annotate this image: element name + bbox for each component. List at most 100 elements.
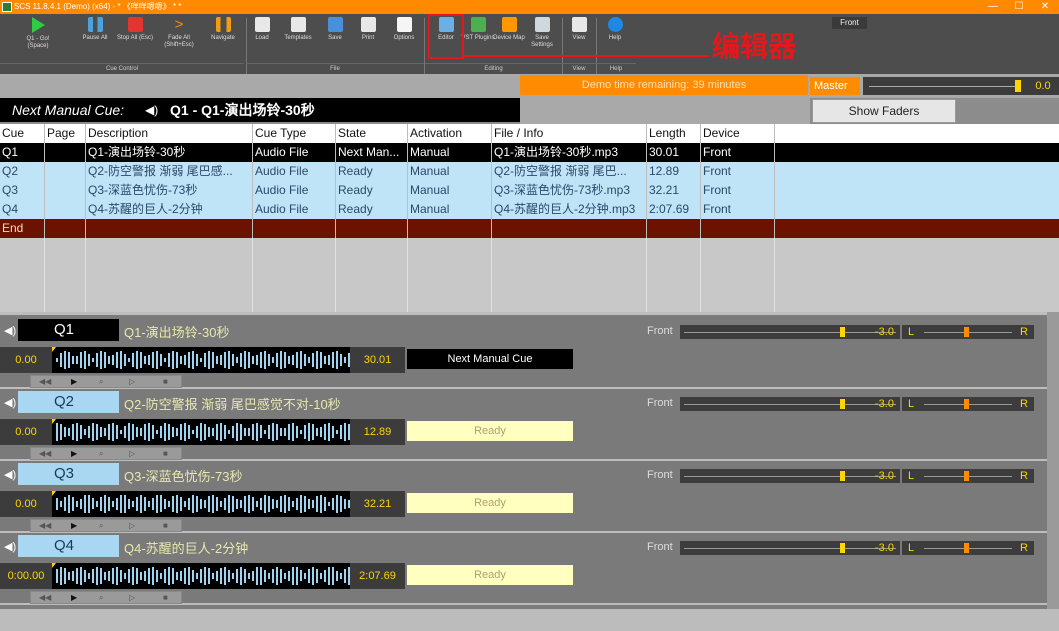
waveform-bar [148, 355, 150, 365]
options-button[interactable]: Options [386, 16, 422, 42]
rewind-icon[interactable]: ◀◀ [39, 376, 51, 387]
save-settings-button[interactable]: Save Settings [524, 16, 560, 49]
waveform-bar [308, 423, 310, 441]
level-fader[interactable]: -3.0 [680, 325, 900, 339]
pan-knob[interactable] [964, 327, 969, 337]
search-icon[interactable]: ⌕ [99, 448, 103, 459]
column-header[interactable]: Activation [408, 124, 492, 143]
pan-control[interactable]: LR [902, 469, 1034, 483]
master-fader-knob[interactable] [1015, 80, 1021, 92]
speaker-icon[interactable]: ◀) [4, 468, 16, 481]
play-icon[interactable]: ▶ [71, 520, 77, 531]
play-icon[interactable]: ▶ [71, 592, 77, 603]
waveform-bar [296, 351, 298, 369]
waveform-bar [72, 571, 74, 581]
level-fader[interactable]: -3.0 [680, 397, 900, 411]
cell-state: Ready [336, 181, 408, 200]
column-header[interactable]: Page [45, 124, 86, 143]
pan-control[interactable]: LR [902, 397, 1034, 411]
search-icon[interactable]: ⌕ [99, 376, 103, 387]
load-button[interactable]: Load [244, 16, 280, 42]
column-header[interactable]: Description [86, 124, 253, 143]
fader-knob[interactable] [840, 327, 845, 337]
stop-icon[interactable]: ■ [163, 592, 168, 603]
column-header[interactable]: Cue Type [253, 124, 336, 143]
waveform-bar [100, 427, 102, 437]
empty-row [0, 295, 1059, 312]
column-header[interactable]: State [336, 124, 408, 143]
close-button[interactable]: ✕ [1032, 0, 1058, 14]
cell-activation: Manual [408, 181, 492, 200]
table-row-end[interactable]: End [0, 219, 1059, 238]
fast-forward-icon[interactable]: ▷ [129, 448, 135, 459]
device-map-button[interactable]: Device Map [491, 16, 527, 42]
waveform[interactable] [52, 491, 350, 517]
save-button[interactable]: Save [317, 16, 353, 42]
minimize-button[interactable]: — [980, 0, 1006, 14]
fast-forward-icon[interactable]: ▷ [129, 592, 135, 603]
table-row[interactable]: Q1 Q1-演出场铃-30秒 Audio File Next Man... Ma… [0, 143, 1059, 162]
play-icon[interactable]: ▶ [71, 448, 77, 459]
stop-icon[interactable]: ■ [163, 448, 168, 459]
column-header[interactable]: Device [701, 124, 775, 143]
speaker-icon[interactable]: ◀) [4, 540, 16, 553]
column-header[interactable]: Cue [0, 124, 45, 143]
rewind-icon[interactable]: ◀◀ [39, 592, 51, 603]
table-row[interactable]: Q4 Q4-苏醒的巨人-2分钟 Audio File Ready Manual … [0, 200, 1059, 219]
fader-knob[interactable] [840, 543, 845, 553]
fader-knob[interactable] [840, 471, 845, 481]
column-header[interactable]: Length [647, 124, 701, 143]
master-fader[interactable] [863, 77, 1027, 95]
templates-button[interactable]: Templates [280, 16, 316, 42]
pan-knob[interactable] [964, 399, 969, 409]
cell-type: Audio File [253, 181, 336, 200]
cue-panel[interactable]: ◀) Q4 Q4-苏醒的巨人-2分钟 0:00.00 2:07.69 Ready… [0, 533, 1047, 605]
go-button[interactable]: Q1 - Go! (Space) [20, 16, 56, 50]
table-row[interactable]: Q3 Q3-深蓝色忧伤-73秒 Audio File Ready Manual … [0, 181, 1059, 200]
stop-icon[interactable]: ■ [163, 520, 168, 531]
stop-icon[interactable]: ■ [163, 376, 168, 387]
search-icon[interactable]: ⌕ [99, 592, 103, 603]
table-row[interactable]: Q2 Q2-防空警报 渐弱 尾巴感... Audio File Ready Ma… [0, 162, 1059, 181]
waveform-bar [148, 567, 150, 585]
speaker-icon[interactable]: ◀) [4, 324, 16, 337]
show-faders-button[interactable]: Show Faders [812, 99, 956, 123]
stop-all-button[interactable]: Stop All (Esc) [117, 16, 153, 42]
pan-knob[interactable] [964, 471, 969, 481]
column-header[interactable]: File / Info [492, 124, 647, 143]
cue-panel[interactable]: ◀) Q2 Q2-防空警报 渐弱 尾巴感觉不对-10秒 0.00 12.89 R… [0, 389, 1047, 461]
rewind-icon[interactable]: ◀◀ [39, 520, 51, 531]
fast-forward-icon[interactable]: ▷ [129, 520, 135, 531]
waveform[interactable] [52, 419, 350, 445]
view-button[interactable]: View [561, 16, 597, 42]
pan-knob[interactable] [964, 543, 969, 553]
waveform-bar [208, 427, 210, 437]
rewind-icon[interactable]: ◀◀ [39, 448, 51, 459]
search-icon[interactable]: ⌕ [99, 520, 103, 531]
print-button[interactable]: Print [350, 16, 386, 42]
waveform[interactable] [52, 347, 350, 373]
maximize-button[interactable]: ☐ [1006, 0, 1032, 14]
waveform-bar [116, 425, 118, 439]
play-icon[interactable]: ▶ [71, 376, 77, 387]
waveform[interactable] [52, 563, 350, 589]
pan-control[interactable]: LR [902, 541, 1034, 555]
waveform-bar [164, 498, 166, 510]
level-fader[interactable]: -3.0 [680, 541, 900, 555]
fade-all-button[interactable]: > Fade All (Shift+Esc) [161, 16, 197, 49]
waveform-bar [88, 353, 90, 367]
fast-forward-icon[interactable]: ▷ [129, 376, 135, 387]
level-fader[interactable]: -3.0 [680, 469, 900, 483]
waveform-bar [216, 424, 218, 440]
pause-all-button[interactable]: Pause All [77, 16, 113, 42]
cue-panel[interactable]: ◀) Q3 Q3-深蓝色忧伤-73秒 0.00 32.21 Ready ◀◀ ▶… [0, 461, 1047, 533]
level-value: -3.0 [875, 470, 894, 482]
cue-state: Next Manual Cue [407, 349, 573, 369]
help-button[interactable]: Help [597, 16, 633, 42]
print-label: Print [361, 35, 375, 41]
pan-control[interactable]: LR [902, 325, 1034, 339]
cue-panel[interactable]: ◀) Q1 Q1-演出场铃-30秒 0.00 30.01 Next Manual… [0, 317, 1047, 389]
speaker-icon[interactable]: ◀) [4, 396, 16, 409]
navigate-button[interactable]: Navigate [205, 16, 241, 42]
fader-knob[interactable] [840, 399, 845, 409]
